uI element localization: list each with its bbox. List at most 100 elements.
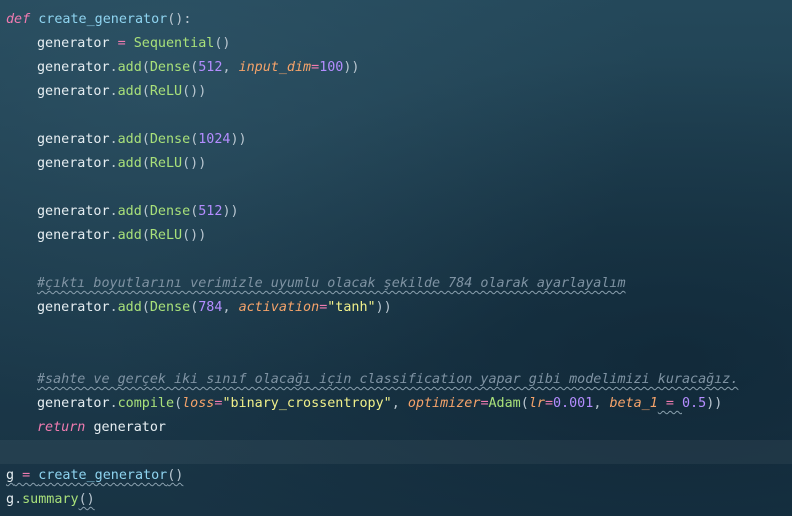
comma: , <box>222 60 231 75</box>
param-name: beta_1 <box>609 396 658 411</box>
code-line-19-current[interactable] <box>0 440 792 464</box>
paren: ( <box>141 60 150 75</box>
method-name: compile <box>117 396 175 411</box>
operator: = <box>117 36 126 51</box>
number: 512 <box>198 60 223 75</box>
class-name: Dense <box>149 300 191 315</box>
class-name: Sequential <box>133 36 215 51</box>
parens: )) <box>222 204 239 219</box>
method-name: add <box>117 60 142 75</box>
parens: () <box>78 492 95 507</box>
class-name: Dense <box>149 132 191 147</box>
code-line-18[interactable]: return generator <box>0 416 792 440</box>
dot: . <box>109 84 118 99</box>
parens: )) <box>230 132 247 147</box>
comma: , <box>391 396 400 411</box>
number: 784 <box>198 300 223 315</box>
comma: , <box>222 300 231 315</box>
parens: ()) <box>182 156 207 171</box>
code-line-13[interactable]: generator.add(Dense(784, activation="tan… <box>0 296 792 320</box>
paren: ( <box>141 228 150 243</box>
code-line-2[interactable]: generator = Sequential() <box>0 32 792 56</box>
code-line-7[interactable]: generator.add(ReLU()) <box>0 152 792 176</box>
operator: = <box>480 396 489 411</box>
code-editor[interactable]: def create_generator(): generator = Sequ… <box>0 0 792 516</box>
dot: . <box>109 204 118 219</box>
class-name: ReLU <box>149 84 183 99</box>
function-name: create_generator <box>38 12 168 27</box>
class-name: Dense <box>149 204 191 219</box>
operator: = <box>657 396 682 411</box>
identifier: generator <box>37 396 110 411</box>
string-literal: "binary_crossentropy" <box>222 396 392 411</box>
number: 512 <box>198 204 223 219</box>
dot: . <box>109 396 118 411</box>
parens: )) <box>375 300 392 315</box>
code-line-6[interactable]: generator.add(Dense(1024)) <box>0 128 792 152</box>
operator: = <box>311 60 320 75</box>
number: 0.5 <box>682 396 707 411</box>
dot: . <box>109 300 118 315</box>
method-name: summary <box>22 492 79 507</box>
identifier: g <box>6 468 15 483</box>
identifier: generator <box>37 132 110 147</box>
identifier: generator <box>37 84 110 99</box>
dot: . <box>14 492 23 507</box>
paren: ( <box>141 132 150 147</box>
identifier: generator <box>93 420 166 435</box>
paren: ( <box>141 204 150 219</box>
number: 0.001 <box>553 396 594 411</box>
paren: ( <box>520 396 529 411</box>
parens: ()) <box>182 228 207 243</box>
class-name: Adam <box>488 396 521 411</box>
function-call: create_generator <box>38 468 168 483</box>
code-line-12[interactable]: #çıktı boyutlarını verimizle uyumlu olac… <box>0 272 792 296</box>
code-line-3[interactable]: generator.add(Dense(512, input_dim=100)) <box>0 56 792 80</box>
code-line-1[interactable]: def create_generator(): <box>0 8 792 32</box>
operator: = <box>544 396 553 411</box>
code-line-17[interactable]: generator.compile(loss="binary_crossentr… <box>0 392 792 416</box>
identifier: g <box>6 492 15 507</box>
code-line-9[interactable]: generator.add(Dense(512)) <box>0 200 792 224</box>
code-line-16[interactable]: #sahte ve gerçek iki sınıf olacağı için … <box>0 368 792 392</box>
param-name: optimizer <box>407 396 481 411</box>
punctuation: (): <box>167 12 192 27</box>
method-name: add <box>117 228 142 243</box>
dot: . <box>109 60 118 75</box>
class-name: ReLU <box>149 156 183 171</box>
identifier: generator <box>37 228 110 243</box>
method-name: add <box>117 204 142 219</box>
code-comment: #çıktı boyutlarını verimizle uyumlu olac… <box>37 276 626 291</box>
identifier: generator <box>37 300 110 315</box>
param-name: input_dim <box>238 60 312 75</box>
param-name: loss <box>182 396 215 411</box>
identifier: generator <box>37 36 110 51</box>
code-line-4[interactable]: generator.add(ReLU()) <box>0 80 792 104</box>
code-line-10[interactable]: generator.add(ReLU()) <box>0 224 792 248</box>
parens: () <box>167 468 184 483</box>
paren: ( <box>141 156 150 171</box>
keyword-def: def <box>6 12 31 27</box>
code-comment: #sahte ve gerçek iki sınıf olacağı için … <box>37 372 739 387</box>
keyword-return: return <box>37 420 86 435</box>
comma: , <box>593 396 602 411</box>
dot: . <box>109 156 118 171</box>
identifier: generator <box>37 60 110 75</box>
method-name: add <box>117 132 142 147</box>
param-name: lr <box>528 396 545 411</box>
number: 100 <box>319 60 344 75</box>
dot: . <box>109 132 118 147</box>
parens: )) <box>343 60 360 75</box>
paren: ( <box>174 396 183 411</box>
code-line-21[interactable]: g.summary() <box>0 488 792 512</box>
param-name: activation <box>238 300 320 315</box>
string-literal: "tanh" <box>327 300 376 315</box>
class-name: Dense <box>149 60 191 75</box>
identifier: generator <box>37 156 110 171</box>
identifier: generator <box>37 204 110 219</box>
paren: ( <box>141 84 150 99</box>
method-name: add <box>117 84 142 99</box>
paren: ( <box>141 300 150 315</box>
code-line-20[interactable]: g = create_generator() <box>0 464 792 488</box>
class-name: ReLU <box>149 228 183 243</box>
